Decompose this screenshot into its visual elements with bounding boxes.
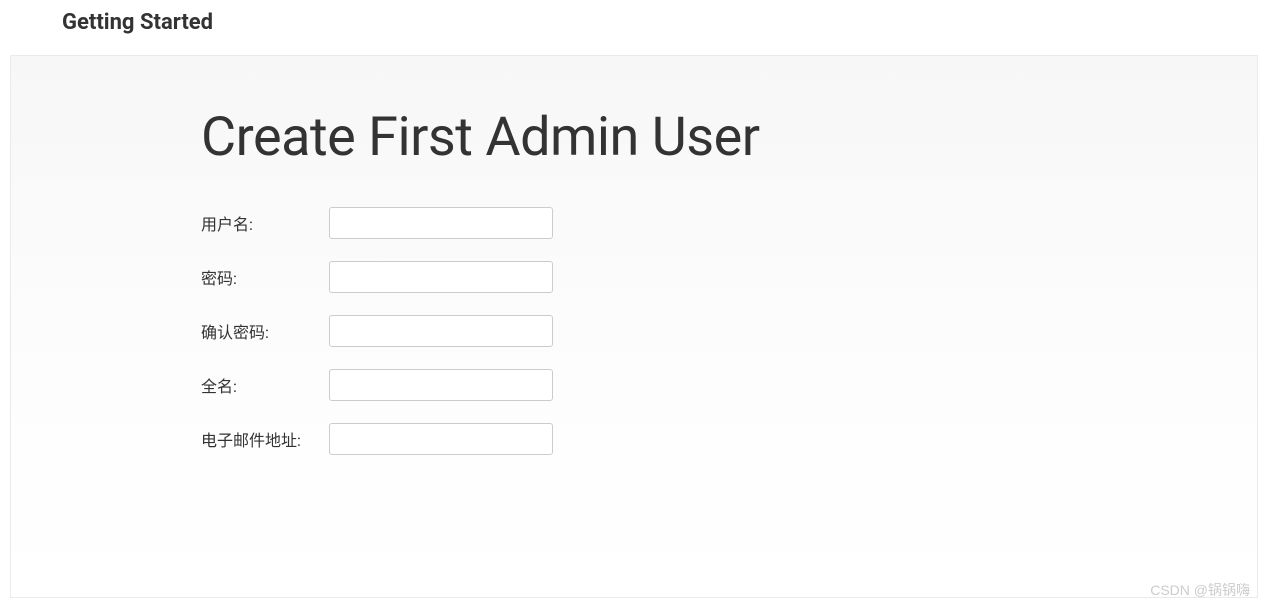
page-header: Getting Started <box>0 0 1268 55</box>
email-input[interactable] <box>329 423 553 455</box>
email-label: 电子邮件地址: <box>201 427 329 451</box>
username-input[interactable] <box>329 207 553 239</box>
form-row-confirm-password: 确认密码: <box>201 315 1257 347</box>
watermark: CSDN @锅锅嗨 <box>1150 580 1250 600</box>
confirm-password-input[interactable] <box>329 315 553 347</box>
form-row-username: 用户名: <box>201 207 1257 239</box>
setup-panel: Create First Admin User 用户名: 密码: 确认密码: 全… <box>10 55 1258 598</box>
fullname-label: 全名: <box>201 373 329 397</box>
form-row-fullname: 全名: <box>201 369 1257 401</box>
form-row-password: 密码: <box>201 261 1257 293</box>
confirm-password-label: 确认密码: <box>201 319 329 343</box>
password-input[interactable] <box>329 261 553 293</box>
password-label: 密码: <box>201 265 329 289</box>
panel-title: Create First Admin User <box>201 106 1257 169</box>
username-label: 用户名: <box>201 211 329 235</box>
form-row-email: 电子邮件地址: <box>201 423 1257 455</box>
header-title: Getting Started <box>62 10 1268 35</box>
fullname-input[interactable] <box>329 369 553 401</box>
